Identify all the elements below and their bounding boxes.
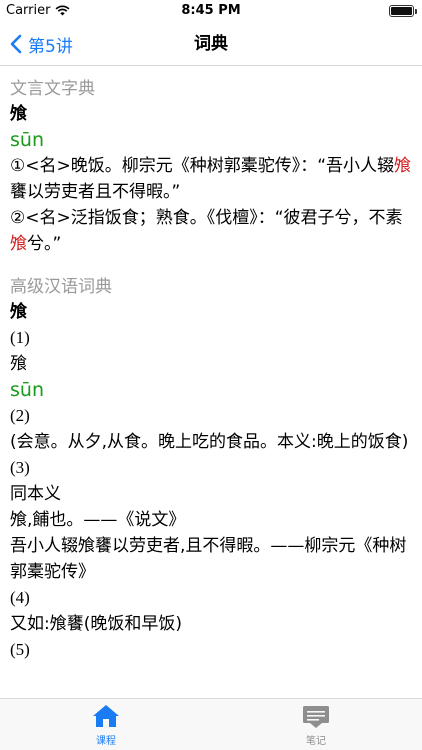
dictionary-content[interactable]: 文言文字典 飧 sūn ①<名>晚饭。柳宗元《种树郭橐驼传》：“吾小人辍飧饔以劳… xyxy=(0,67,422,698)
tab-course[interactable]: 课程 xyxy=(56,703,156,747)
highlight-char: 飧 xyxy=(10,234,27,254)
page-title: 词典 xyxy=(194,34,228,54)
entry-number: (2) xyxy=(10,406,30,425)
definition-2: ②<名>泛指饭食；熟食。《伐檀》：“彼君子兮，不素飧兮。” xyxy=(10,208,403,254)
tab-bar: 课程 笔记 xyxy=(0,698,422,750)
battery-icon xyxy=(389,5,417,17)
meaning-line: 同本义 xyxy=(10,484,61,504)
pinyin: sūn xyxy=(10,129,44,151)
section-title-classical: 文言文字典 xyxy=(10,79,95,99)
definition-1: ①<名>晚饭。柳宗元《种树郭橐驼传》：“吾小人辍飧饔以劳吏者且不得暇。” xyxy=(10,156,412,202)
section-title-advanced: 高级汉语词典 xyxy=(10,277,112,297)
status-bar: Carrier 8:45 PM xyxy=(0,0,422,22)
headword: 飧 xyxy=(10,302,27,322)
quote-line: 吾小人辍飧饔以劳吏者,且不得暇。——柳宗元《种树郭橐驼传》 xyxy=(10,536,407,582)
highlight-char: 飧 xyxy=(394,156,412,176)
entry-number: (1) xyxy=(10,328,30,347)
entry-number: (3) xyxy=(10,458,30,477)
notes-icon xyxy=(303,706,329,728)
pinyin: sūn xyxy=(10,379,44,401)
tab-label: 笔记 xyxy=(306,736,326,747)
headword: 飧 xyxy=(10,104,27,124)
etymology-line: (会意。从夕,从食。晚上吃的食品。本义:晚上的饭食) xyxy=(10,432,409,452)
entry-number: (5) xyxy=(10,640,30,659)
variant-char: 飱 xyxy=(10,354,27,374)
quote-line: 飧,餔也。——《说文》 xyxy=(10,510,186,530)
entry-number: (4) xyxy=(10,588,30,607)
navigation-bar: 第5讲 词典 xyxy=(0,22,422,66)
tab-label: 课程 xyxy=(96,736,116,747)
example-line: 又如:飧饔(晚饭和早饭) xyxy=(10,614,182,634)
tab-notes[interactable]: 笔记 xyxy=(266,703,366,747)
home-icon xyxy=(93,705,119,727)
status-time: 8:45 PM xyxy=(181,3,241,18)
